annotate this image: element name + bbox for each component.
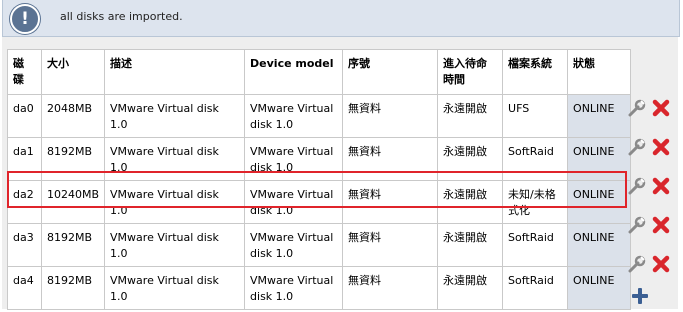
disk-size: 2048MB [40,94,106,138]
disk-status: ONLINE [567,266,632,310]
delete-x-icon[interactable] [651,254,671,274]
table-row: da0 2048MB VMware Virtual disk 1.0 VMware V… [7,94,632,138]
device-model: VMware Virtual disk 1.0 [244,180,344,224]
device-model: VMware Virtual disk 1.0 [244,223,344,267]
serial-number: 無資料 [342,180,439,224]
header-device-model: Device model [244,49,344,95]
filesystem: SoftRaid [502,223,569,267]
header-status: 狀態 [567,49,632,95]
notice-bar: ! all disks are imported. [2,0,680,37]
wrench-icon[interactable] [627,137,647,157]
device-model: VMware Virtual disk 1.0 [244,137,344,181]
disk-status: ONLINE [567,223,632,267]
disk-name: da1 [7,137,42,181]
wrench-icon[interactable] [627,98,647,118]
info-icon: ! [10,4,40,34]
table-row: da3 8192MB VMware Virtual disk 1.0 VMware V… [7,223,632,267]
disk-size: 10240MB [40,180,106,224]
add-plus-icon[interactable] [630,286,650,306]
serial-number: 無資料 [342,223,439,267]
table-row: da4 8192MB VMware Virtual disk 1.0 VMware V… [7,266,632,310]
standby-time: 永遠開啟 [437,94,504,138]
delete-x-icon[interactable] [651,137,671,157]
disk-description: VMware Virtual disk 1.0 [104,180,246,224]
header-disk: 磁碟 [7,49,42,95]
table-row: da2 10240MB VMware Virtual disk 1.0 VMware … [7,180,632,224]
disk-description: VMware Virtual disk 1.0 [104,223,246,267]
disk-status: ONLINE [567,137,632,181]
row-actions [627,214,671,236]
standby-time: 永遠開啟 [437,223,504,267]
disk-status: ONLINE [567,180,632,224]
disk-name: da0 [7,94,42,138]
wrench-icon[interactable] [627,254,647,274]
disk-description: VMware Virtual disk 1.0 [104,266,246,310]
header-description: 描述 [104,49,246,95]
serial-number: 無資料 [342,94,439,138]
filesystem: SoftRaid [502,266,569,310]
standby-time: 永遠開啟 [437,180,504,224]
disk-description: VMware Virtual disk 1.0 [104,94,246,138]
disks-table: 磁碟 大小 描述 Device model 序號 進入待命時間 檔案系統 狀態 … [7,49,632,310]
header-filesystem: 檔案系統 [502,49,569,95]
wrench-icon[interactable] [627,215,647,235]
delete-x-icon[interactable] [651,176,671,196]
disk-name: da4 [7,266,42,310]
serial-number: 無資料 [342,266,439,310]
table-row: da1 8192MB VMware Virtual disk 1.0 VMware V… [7,137,632,181]
disk-size: 8192MB [40,137,106,181]
header-standby-time: 進入待命時間 [437,49,504,95]
header-size: 大小 [40,49,106,95]
disk-size: 8192MB [40,223,106,267]
filesystem: UFS [502,94,569,138]
row-actions [627,253,671,275]
notice-message: all disks are imported. [60,10,183,23]
row-actions [627,136,671,158]
disk-panel: 磁碟 大小 描述 Device model 序號 進入待命時間 檔案系統 狀態 … [2,37,678,310]
device-model: VMware Virtual disk 1.0 [244,266,344,310]
row-actions [627,175,671,197]
delete-x-icon[interactable] [651,98,671,118]
disk-name: da3 [7,223,42,267]
standby-time: 永遠開啟 [437,266,504,310]
device-model: VMware Virtual disk 1.0 [244,94,344,138]
standby-time: 永遠開啟 [437,137,504,181]
disk-status: ONLINE [567,94,632,138]
disk-description: VMware Virtual disk 1.0 [104,137,246,181]
filesystem: 未知/未格式化 [502,180,569,224]
serial-number: 無資料 [342,137,439,181]
filesystem: SoftRaid [502,137,569,181]
delete-x-icon[interactable] [651,215,671,235]
table-header-row: 磁碟 大小 描述 Device model 序號 進入待命時間 檔案系統 狀態 [7,49,632,95]
header-serial: 序號 [342,49,439,95]
wrench-icon[interactable] [627,176,647,196]
row-actions [627,97,671,119]
disk-name: da2 [7,180,42,224]
disk-size: 8192MB [40,266,106,310]
